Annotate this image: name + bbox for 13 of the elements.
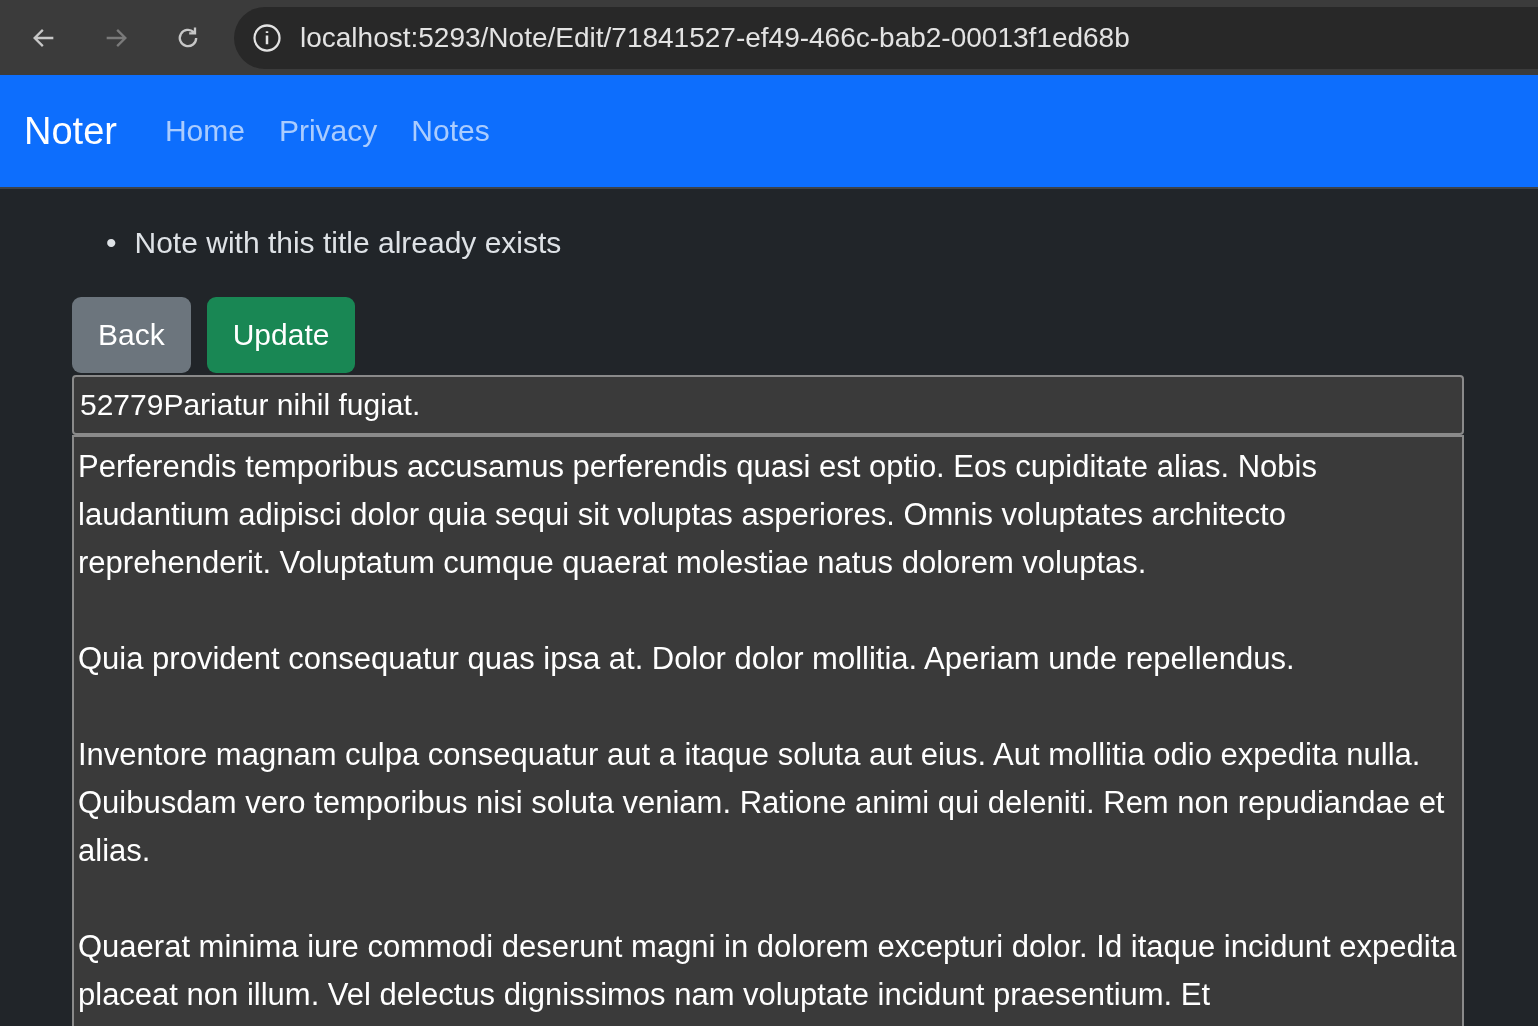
- brand-link[interactable]: Noter: [24, 109, 117, 153]
- title-input[interactable]: 52779Pariatur nihil fugiat.: [72, 375, 1464, 435]
- url-text: localhost:5293/Note/Edit/71841527-ef49-466c-bab2-00013f1ed68b: [300, 21, 1130, 54]
- info-icon[interactable]: [252, 22, 282, 53]
- nav-link[interactable]: Notes: [411, 114, 490, 148]
- address-bar[interactable]: localhost:5293/Note/Edit/71841527-ef49-466c-bab2-00013f1ed68b: [234, 6, 1538, 69]
- back-button[interactable]: Back: [72, 297, 191, 373]
- validation-error: Note with this title already exists: [134, 225, 562, 261]
- bullet-marker: •: [106, 225, 117, 261]
- nav-link[interactable]: Home: [164, 114, 245, 148]
- nav-link[interactable]: Privacy: [278, 114, 378, 148]
- update-button[interactable]: Update: [206, 297, 356, 373]
- body-textarea[interactable]: Perferendis temporibus accusamus perferendis quasi est optio. Eos cupiditate alias. Nobis laudantium adipisci dolor quia sequi sit voluptas asperiores. Omnis voluptates architecto reprehenderit. Voluptatum cumque quaerat molestiae natus dolorem voluptas. Quia provident consequatur quas ipsa at. Dolor dolor mollitia. Aperiam unde repellendus. Inventore magnam culpa consequatur aut a itaque soluta aut eius. Aut mollitia odio expedita nulla. Quibusdam vero temporibus nisi soluta veniam. Ratione animi qui deleniti. Rem non repudiandae et alias. Quaerat minima iure commodi deserunt magni in dolorem excepturi dolor. Id itaque incidunt expedita placeat non illum. Vel delectus dignissimos nam voluptate incidunt praesentium. Et: [72, 435, 1464, 1026]
